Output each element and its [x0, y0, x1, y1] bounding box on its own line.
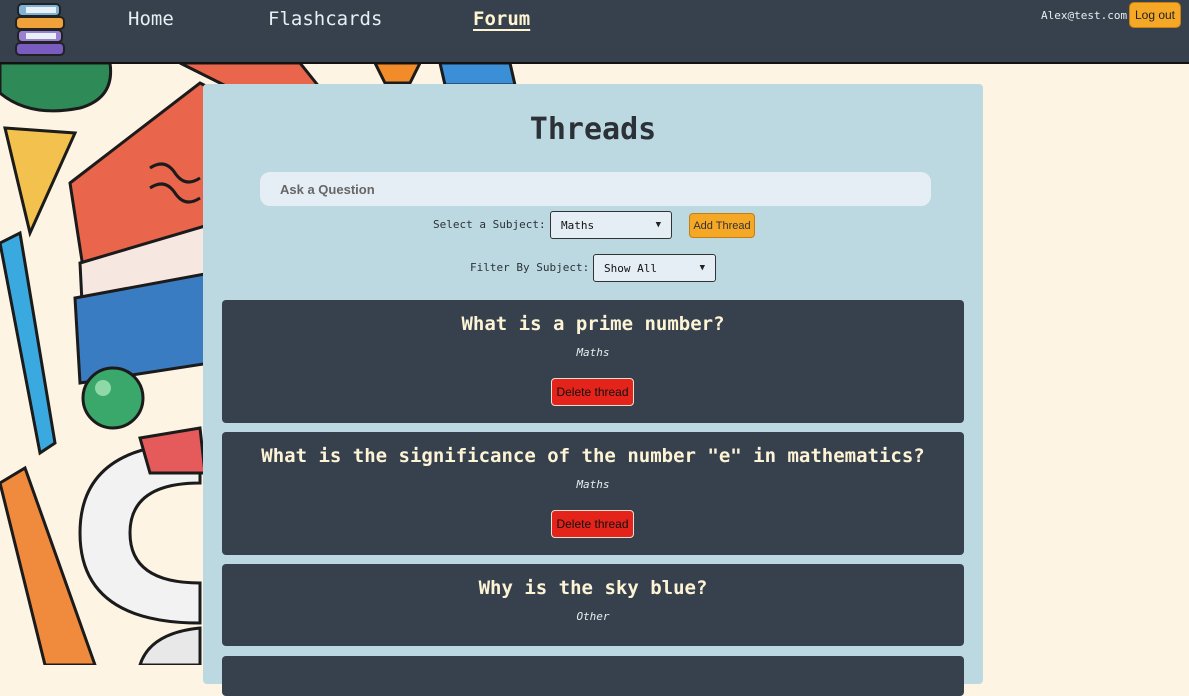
ask-question-input[interactable]: [260, 172, 931, 206]
books-logo-icon[interactable]: [12, 2, 68, 58]
nav-forum-link[interactable]: Forum: [473, 8, 530, 30]
filter-subject-label: Filter By Subject:: [470, 261, 590, 274]
threads-panel: Threads Select a Subject: Maths ▼ Add Th…: [203, 84, 983, 696]
add-thread-button[interactable]: Add Thread: [689, 213, 755, 238]
logout-button[interactable]: Log out: [1129, 2, 1181, 28]
thread-title[interactable]: Why is the sky blue?: [222, 577, 964, 599]
thread-card[interactable]: [222, 656, 964, 696]
chevron-down-icon: ▼: [655, 220, 661, 230]
subject-select[interactable]: Maths ▼: [550, 211, 672, 239]
subject-select-value: Maths: [561, 218, 595, 232]
thread-card[interactable]: What is the significance of the number "…: [222, 432, 964, 555]
thread-title[interactable]: What is a prime number?: [222, 313, 964, 335]
chevron-down-icon: ▼: [699, 263, 705, 273]
thread-card[interactable]: What is a prime number? Maths Delete thr…: [222, 300, 964, 423]
navbar: Home Flashcards Forum Alex@test.com Log …: [0, 0, 1189, 64]
delete-thread-button[interactable]: Delete thread: [551, 510, 634, 538]
nav-home-link[interactable]: Home: [128, 8, 174, 30]
delete-thread-button[interactable]: Delete thread: [551, 378, 634, 406]
thread-subject: Maths: [576, 346, 610, 359]
page-title: Threads: [529, 112, 657, 147]
thread-subject: Other: [576, 610, 610, 623]
select-subject-label: Select a Subject:: [433, 218, 546, 231]
nav-flashcards-link[interactable]: Flashcards: [268, 8, 382, 30]
thread-card[interactable]: Why is the sky blue? Other: [222, 564, 964, 646]
filter-select[interactable]: Show All ▼: [593, 254, 716, 282]
thread-subject: Maths: [576, 478, 610, 491]
thread-title[interactable]: What is the significance of the number "…: [222, 445, 964, 467]
filter-select-value: Show All: [604, 261, 657, 275]
user-email: Alex@test.com: [1041, 9, 1128, 22]
